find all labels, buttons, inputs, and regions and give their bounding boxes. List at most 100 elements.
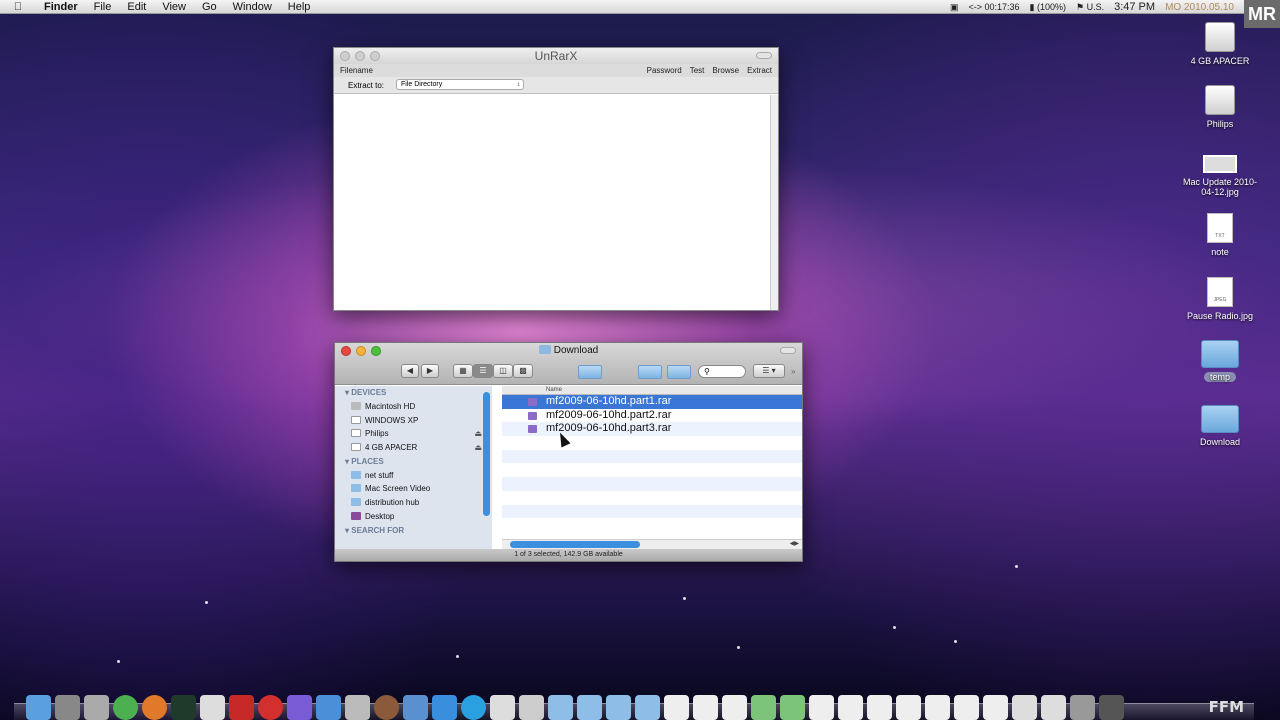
image-dock-icon[interactable] [1041,695,1066,720]
app-dock-icon[interactable] [287,695,312,720]
document-dock-icon[interactable] [867,695,892,720]
desktop-icon-apacer[interactable]: 4 GB APACER [1175,22,1265,66]
sidebar-item-mac-screen-video[interactable]: Mac Screen Video [335,482,492,496]
desktop-icon-philips[interactable]: Philips [1175,85,1265,129]
unrarx-title-bar[interactable]: UnRarX [334,48,778,64]
spreadsheet-dock-icon[interactable] [751,695,776,720]
desktop-icon-note[interactable]: TXT note [1175,213,1265,257]
trash-dock-icon[interactable] [1099,695,1124,720]
chrome-dock-icon[interactable] [113,695,138,720]
sidebar-item-philips[interactable]: Philips ⏏ [335,427,492,441]
document-dock-icon[interactable] [954,695,979,720]
folder-dock-icon[interactable] [577,695,602,720]
zoom-button[interactable] [370,51,380,61]
document-dock-icon[interactable] [983,695,1008,720]
activity-monitor-dock-icon[interactable] [171,695,196,720]
list-view-button[interactable]: ☰ [473,364,493,378]
folder-shortcut-icon[interactable] [667,365,691,379]
sidebar-item-apacer[interactable]: 4 GB APACER ⏏ [335,441,492,455]
document-dock-icon[interactable] [664,695,689,720]
system-preferences-dock-icon[interactable] [84,695,109,720]
file-row[interactable]: mf2009-06-10hd.part1.rar [502,395,802,409]
sidebar-item-distribution-hub[interactable]: distribution hub [335,496,492,510]
quicktime-dock-icon[interactable] [461,695,486,720]
menu-help[interactable]: Help [280,1,319,13]
spreadsheet-dock-icon[interactable] [780,695,805,720]
document-dock-icon[interactable] [722,695,747,720]
menu-edit[interactable]: Edit [119,1,154,13]
eject-icon[interactable]: ⏏ [474,441,482,454]
input-source-icon[interactable]: ⚑ U.S. [1076,2,1104,13]
menu-go[interactable]: Go [194,1,225,13]
apple-menu-icon[interactable]:  [0,1,36,13]
file-row[interactable]: mf2009-06-10hd.part3.rar [502,422,802,437]
new-folder-icon[interactable] [578,365,602,379]
scrollbar-thumb[interactable] [510,541,640,548]
app-dock-icon[interactable] [345,695,370,720]
folder-dock-icon[interactable] [606,695,631,720]
sidebar-item-windows-xp[interactable]: WINDOWS XP [335,414,492,428]
menu-app-finder[interactable]: Finder [36,1,86,13]
close-button[interactable] [340,51,350,61]
back-button[interactable]: ◀ [401,364,419,378]
column-view-button[interactable]: ◫ [493,364,513,378]
eject-icon[interactable]: ⏏ [474,427,482,440]
desktop-icon-download[interactable]: Download [1175,405,1265,447]
menu-view[interactable]: View [154,1,194,13]
app-dock-icon[interactable] [519,695,544,720]
document-dock-icon[interactable] [838,695,863,720]
scroll-arrows-icon[interactable]: ◀▶ [790,540,799,547]
column-header-name[interactable]: Name [502,386,802,395]
folder-shortcut-icon[interactable] [638,365,662,379]
app-dock-icon[interactable] [374,695,399,720]
battery-icon[interactable]: ▮ (100%) [1030,2,1066,13]
desktop-icon-temp[interactable]: temp [1175,340,1265,382]
app-dock-icon[interactable] [403,695,428,720]
app-dock-icon[interactable] [316,695,341,720]
filezilla-dock-icon[interactable] [229,695,254,720]
password-button[interactable]: Password [647,66,682,75]
screen-record-icon[interactable]: ▣ [950,2,959,13]
automator-dock-icon[interactable] [55,695,80,720]
toolbar-toggle-button[interactable] [756,52,772,59]
horizontal-scrollbar[interactable]: ◀▶ [502,539,802,549]
document-dock-icon[interactable] [693,695,718,720]
document-dock-icon[interactable] [925,695,950,720]
textedit-dock-icon[interactable] [200,695,225,720]
finder-dock-icon[interactable] [26,695,51,720]
menu-file[interactable]: File [86,1,120,13]
action-menu-button[interactable]: ☰ ▾ [753,364,785,378]
folder-dock-icon[interactable] [635,695,660,720]
toolbar-toggle-button[interactable] [780,347,796,354]
timer-readout[interactable]: <-> 00:17:36 [968,2,1019,12]
firefox-dock-icon[interactable] [142,695,167,720]
minimize-button[interactable] [355,51,365,61]
extract-to-select[interactable]: File Directory ↕ [396,79,524,90]
sidebar-item-macintosh-hd[interactable]: Macintosh HD [335,400,492,414]
folder-dock-icon[interactable] [548,695,573,720]
desktop-icon-mac-update-jpg[interactable]: Mac Update 2010-04-12.jpg [1175,155,1265,197]
downloads-stack-dock-icon[interactable] [1070,695,1095,720]
app-dock-icon[interactable] [432,695,457,720]
sidebar-item-net-stuff[interactable]: net stuff [335,469,492,483]
opera-dock-icon[interactable] [258,695,283,720]
icon-view-button[interactable]: ▦ [453,364,473,378]
file-row[interactable]: mf2009-06-10hd.part2.rar [502,409,802,423]
document-dock-icon[interactable] [896,695,921,720]
test-button[interactable]: Test [690,66,705,75]
app-dock-icon[interactable] [490,695,515,720]
search-field[interactable]: ⚲ [698,365,746,378]
sidebar-scrollbar[interactable] [483,392,490,516]
coverflow-view-button[interactable]: ▩ [513,364,533,378]
sidebar-item-desktop[interactable]: Desktop [335,510,492,524]
extract-button[interactable]: Extract [747,66,772,75]
unrarx-scrollbar[interactable] [770,95,778,310]
browse-button[interactable]: Browse [712,66,739,75]
clock-time[interactable]: 3:47 PM [1114,1,1155,13]
forward-button[interactable]: ▶ [421,364,439,378]
menu-window[interactable]: Window [225,1,280,13]
unrarx-file-area[interactable] [334,95,770,310]
overflow-chevron-icon[interactable]: » [791,367,795,376]
document-dock-icon[interactable] [809,695,834,720]
image-dock-icon[interactable] [1012,695,1037,720]
